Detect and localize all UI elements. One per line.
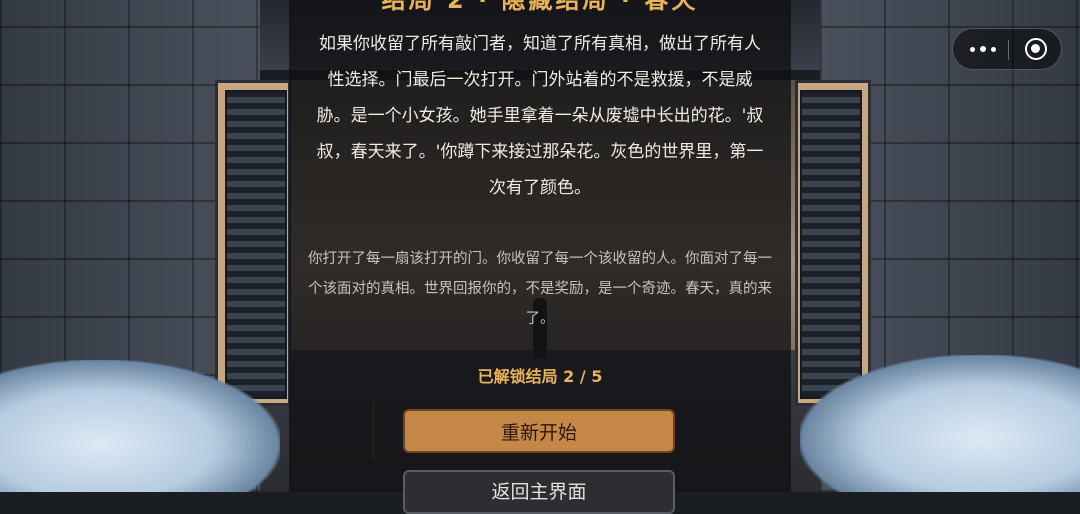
snow-pile-left [0,360,280,492]
capsule-divider [1008,40,1009,60]
return-home-button[interactable]: 返回主界面 [403,470,675,514]
restart-button[interactable]: 重新开始 [403,409,675,453]
miniprogram-capsule [952,28,1062,70]
more-dots-icon[interactable] [963,29,1003,69]
snow-pile-right [800,355,1080,492]
right-door [800,90,862,399]
ending-story-text: 如果你收留了所有敲门者，知道了所有真相，做出了所有人性选择。门最后一次打开。门外… [316,34,764,198]
ending-epilogue-text: 你打开了每一扇该打开的门。你收留了每一个该收留的人。你面对了每一个该面对的真相。… [308,251,772,327]
left-door [225,90,287,399]
endings-unlocked-counter: 已解锁结局 2 / 5 [477,367,603,386]
ending-title: 结局 2 · 隐藏结局 · 春天 [381,0,699,14]
close-target-icon[interactable] [1025,38,1047,60]
